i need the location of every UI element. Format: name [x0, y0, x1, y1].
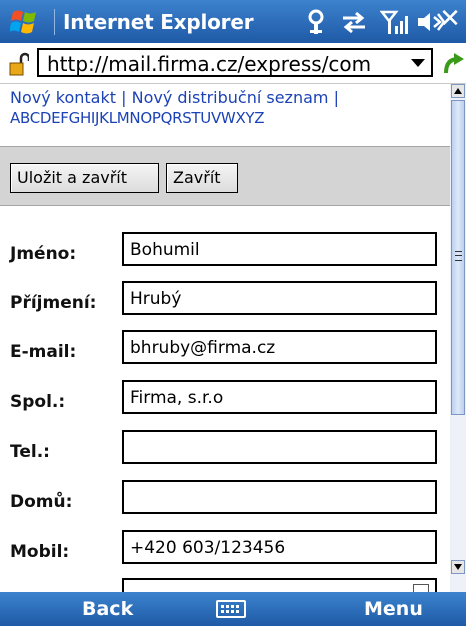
title-bar: Internet Explorer ✕ [0, 0, 466, 43]
scroll-thumb[interactable] [451, 100, 465, 415]
grip-icon [455, 251, 462, 261]
company-field[interactable]: Firma, s.r.o [122, 380, 437, 414]
email-field[interactable]: bhruby@firma.cz [122, 330, 437, 364]
lock-icon [9, 52, 29, 76]
keyboard-icon[interactable] [216, 600, 246, 618]
antenna-icon[interactable] [304, 8, 328, 36]
page-content: Nový kontakt | Nový distribuční seznam |… [0, 84, 450, 592]
company-value: Firma, s.r.o [130, 388, 224, 408]
close-button[interactable]: Zavřít [166, 163, 238, 193]
form-row-first-name: Jméno: Bohumil [0, 232, 450, 282]
address-bar: http://mail.firma.cz/express/com [0, 43, 466, 84]
sync-icon[interactable] [339, 8, 369, 36]
first-name-value: Bohumil [130, 240, 200, 260]
first-name-label: Jméno: [10, 244, 77, 264]
form-row-company: Spol.: Firma, s.r.o [0, 380, 450, 430]
new-contact-link[interactable]: Nový kontakt [10, 88, 116, 107]
windows-logo-icon[interactable] [10, 8, 40, 36]
mobile-label: Mobil: [10, 542, 70, 562]
form-row-last-name: Příjmení: Hrubý [0, 281, 450, 331]
scroll-up-arrow-icon[interactable] [451, 84, 465, 98]
vertical-scrollbar[interactable] [450, 84, 466, 592]
phone-field[interactable] [122, 430, 437, 464]
partial-field[interactable] [122, 578, 437, 592]
url-text: http://mail.firma.cz/express/com [47, 52, 372, 76]
form-row-email: E-mail: bhruby@firma.cz [0, 330, 450, 380]
signal-icon[interactable] [380, 8, 410, 36]
last-name-label: Příjmení: [10, 293, 97, 313]
mobile-value: +420 603/123456 [130, 538, 286, 558]
form-row-home: Domů: [0, 480, 450, 530]
action-bar: Uložit a zavřít Zavřít [0, 146, 450, 206]
url-input[interactable]: http://mail.firma.cz/express/com [37, 48, 433, 77]
link-separator: | [116, 88, 132, 107]
new-distribution-list-link[interactable]: Nový distribuční seznam [132, 88, 329, 107]
app-title: Internet Explorer [63, 10, 254, 34]
home-phone-field[interactable] [122, 480, 437, 514]
menu-softkey[interactable]: Menu [364, 598, 423, 620]
chevron-down-icon[interactable] [411, 59, 425, 67]
back-softkey[interactable]: Back [82, 598, 133, 620]
link-separator: | [328, 88, 339, 107]
email-value: bhruby@firma.cz [130, 338, 276, 358]
first-name-field[interactable]: Bohumil [122, 232, 437, 266]
email-label: E-mail: [10, 342, 77, 362]
home-label: Domů: [10, 492, 73, 512]
alphabet-index[interactable]: ABCDEFGHIJKLMNOPQRSTUVWXYZ [10, 109, 265, 127]
go-arrow-icon[interactable] [440, 51, 466, 77]
close-icon[interactable]: ✕ [434, 4, 466, 40]
last-name-field[interactable]: Hrubý [122, 281, 437, 315]
form-row-phone: Tel.: [0, 430, 450, 480]
company-label: Spol.: [10, 392, 66, 412]
phone-label: Tel.: [10, 442, 50, 462]
contact-links: Nový kontakt | Nový distribuční seznam |… [10, 88, 440, 128]
form-row-mobile: Mobil: +420 603/123456 [0, 530, 450, 580]
scroll-down-arrow-icon[interactable] [451, 560, 465, 574]
save-and-close-button[interactable]: Uložit a zavřít [10, 163, 159, 193]
last-name-value: Hrubý [130, 289, 182, 309]
title-separator [54, 9, 55, 35]
softkey-bar: Back Menu [0, 592, 466, 626]
dropdown-button[interactable] [413, 584, 429, 592]
mobile-field[interactable]: +420 603/123456 [122, 530, 437, 564]
